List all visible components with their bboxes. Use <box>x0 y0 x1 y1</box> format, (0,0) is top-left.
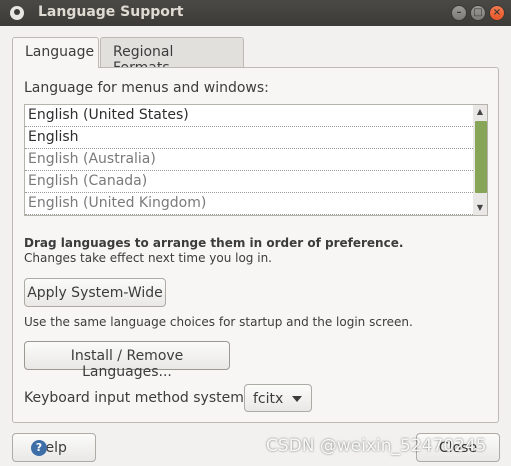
drag-hint: Drag languages to arrange them in order … <box>24 236 404 250</box>
list-scrollbar[interactable]: ▲ ▼ <box>473 105 487 215</box>
watermark: CSDN @weixin_52470245 <box>266 436 487 456</box>
scroll-down-arrow-icon[interactable]: ▼ <box>473 201 487 215</box>
scrollbar-thumb[interactable] <box>475 121 487 193</box>
list-item[interactable]: English (Canada) <box>25 171 473 193</box>
keyboard-input-select[interactable]: fcitx <box>244 384 312 412</box>
app-icon <box>10 6 24 20</box>
tab-language[interactable]: Language <box>12 37 99 68</box>
list-item[interactable]: English (United States) <box>25 105 473 127</box>
maximize-button[interactable]: □ <box>470 5 486 21</box>
help-button[interactable]: ? Help <box>12 433 96 462</box>
change-hint: Changes take effect next time you log in… <box>24 251 272 265</box>
apply-note: Use the same language choices for startu… <box>24 315 413 329</box>
help-icon: ? <box>31 440 47 456</box>
close-window-button[interactable]: × <box>489 5 505 21</box>
language-list[interactable]: English (United States) English English … <box>24 104 488 216</box>
languages-heading: Language for menus and windows: <box>24 80 269 96</box>
apply-system-wide-button[interactable]: Apply System-Wide <box>24 278 166 307</box>
scroll-up-arrow-icon[interactable]: ▲ <box>473 105 487 119</box>
tab-regional-formats[interactable]: Regional Formats <box>100 37 244 76</box>
list-item[interactable]: English (Australia) <box>25 149 473 171</box>
keyboard-input-value: fcitx <box>253 391 284 407</box>
list-item[interactable]: English (United Kingdom) <box>25 193 473 215</box>
title-bar: Language Support – □ × <box>0 0 511 26</box>
window-title: Language Support <box>38 4 184 20</box>
keyboard-input-label: Keyboard input method system: <box>24 390 249 406</box>
install-remove-languages-button[interactable]: Install / Remove Languages... <box>24 341 230 380</box>
minimize-button[interactable]: – <box>451 5 467 21</box>
list-item[interactable]: English <box>25 127 473 149</box>
chevron-down-icon <box>292 396 302 402</box>
